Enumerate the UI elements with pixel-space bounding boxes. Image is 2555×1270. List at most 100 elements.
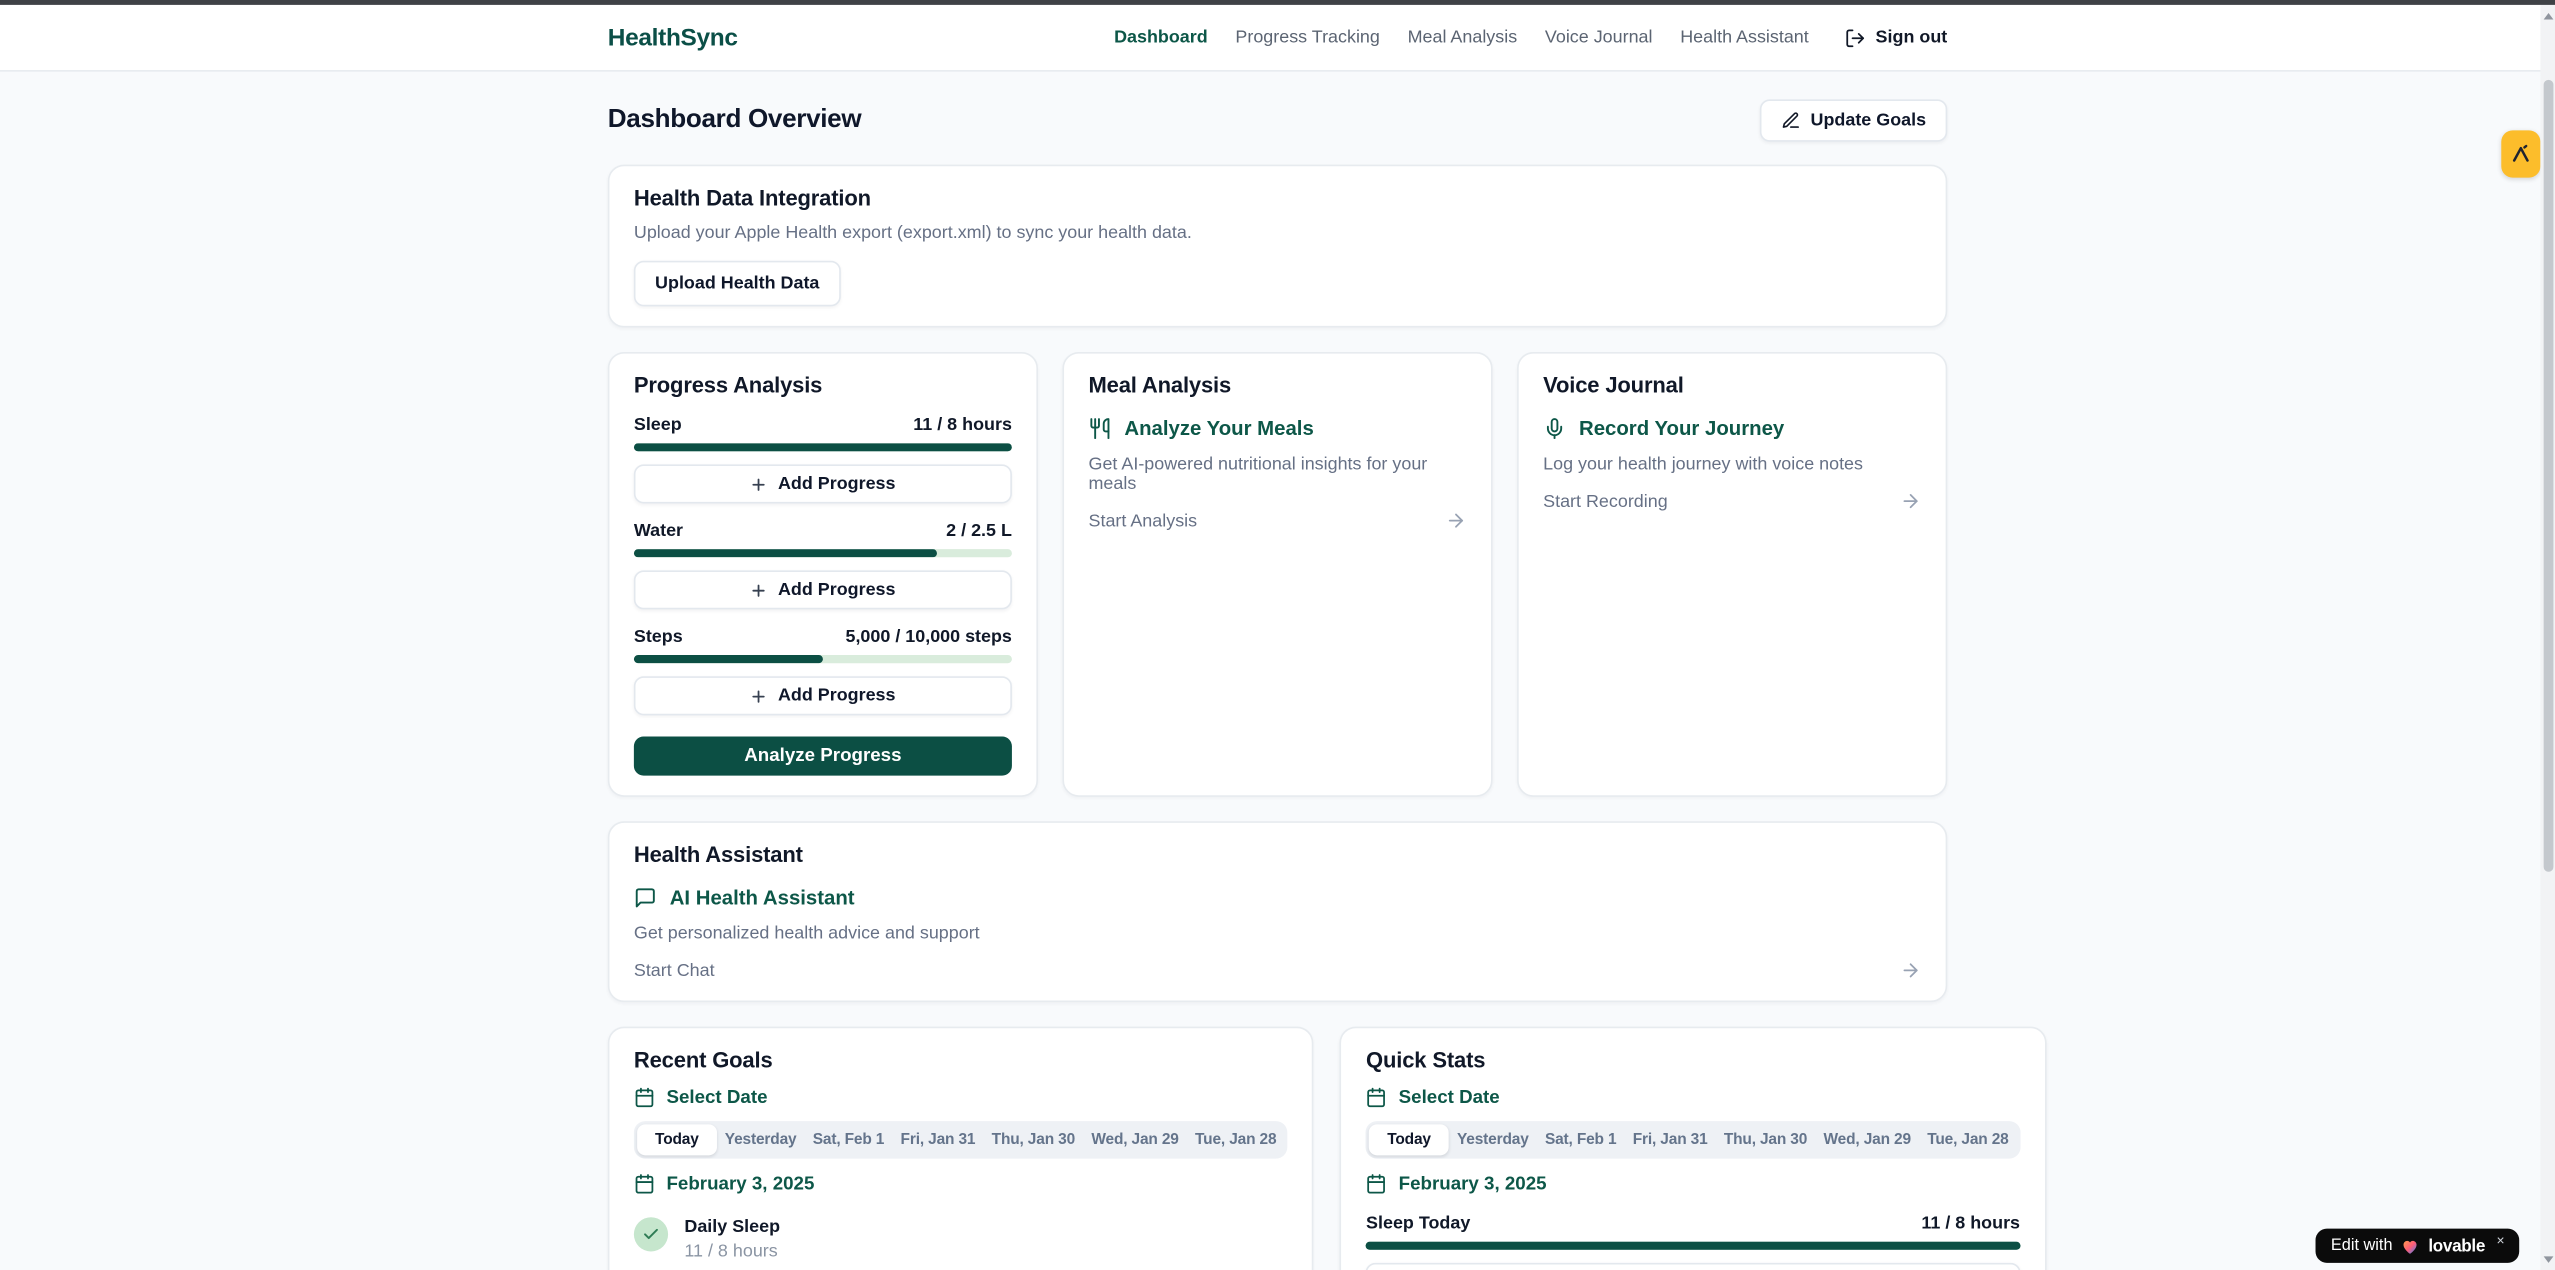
date-tab[interactable]: Thu, Jan 30	[1716, 1124, 1816, 1155]
date-tab[interactable]: Wed, Jan 29	[1083, 1124, 1187, 1155]
date-tab[interactable]: Fri, Jan 31	[1625, 1124, 1716, 1155]
check-icon	[634, 1217, 668, 1251]
feature-description: Get AI-powered nutritional insights for …	[1089, 455, 1467, 494]
goal-label: Daily Sleep	[684, 1217, 780, 1237]
nav-item[interactable]: Voice Journal	[1545, 28, 1653, 48]
pencil-icon	[1781, 111, 1801, 131]
update-goals-button[interactable]: Update Goals	[1760, 99, 1947, 141]
stat-label: Sleep Today	[1366, 1214, 1470, 1234]
analyze-progress-button[interactable]: Analyze Progress	[634, 737, 1012, 776]
date-tab[interactable]: Sat, Feb 1	[805, 1124, 893, 1155]
upload-label: Upload Health Data	[655, 274, 819, 294]
analyze-progress-label: Analyze Progress	[744, 746, 901, 766]
integration-description: Upload your Apple Health export (export.…	[634, 223, 1921, 243]
metric-value: 5,000 / 10,000 steps	[845, 627, 1011, 647]
edit-with-lovable-badge[interactable]: Edit with lovable ×	[2316, 1229, 2519, 1263]
metric-value: 2 / 2.5 L	[946, 521, 1012, 541]
date-tab[interactable]: Today	[637, 1124, 716, 1155]
arrow-right-icon	[1445, 510, 1466, 531]
scroll-down-arrow-icon[interactable]	[2543, 1256, 2553, 1263]
start-analysis-link[interactable]: Start Analysis	[1089, 510, 1467, 531]
date-tabs: Today Yesterday Sat, Feb 1 Fri, Jan 31 T…	[1366, 1121, 2020, 1158]
close-icon[interactable]: ×	[2496, 1231, 2504, 1247]
plus-icon	[750, 687, 768, 705]
scrollbar-thumb[interactable]	[2543, 80, 2553, 872]
stat-value: 11 / 8 hours	[1921, 1214, 2020, 1234]
progress-bar-fill	[634, 443, 1012, 451]
date-tab[interactable]: Thu, Jan 30	[984, 1124, 1084, 1155]
start-chat-link[interactable]: Start Chat	[634, 960, 1921, 981]
metric-label: Water	[634, 521, 683, 541]
card-title: Health Data Integration	[634, 186, 1921, 210]
health-data-integration-card: Health Data Integration Upload your Appl…	[608, 165, 1947, 328]
ai-health-assistant-link[interactable]: AI Health Assistant	[634, 886, 1921, 909]
plus-icon	[750, 581, 768, 599]
date-tab[interactable]: Fri, Jan 31	[892, 1124, 983, 1155]
microphone-icon	[1543, 417, 1566, 440]
record-your-journey-link[interactable]: Record Your Journey	[1543, 417, 1921, 440]
date-tab[interactable]: Today	[1369, 1124, 1448, 1155]
progress-bar-track	[634, 549, 1012, 557]
plus-icon	[750, 475, 768, 493]
vertical-scrollbar[interactable]	[2540, 5, 2555, 1270]
card-title: Progress Analysis	[634, 373, 1012, 397]
heart-icon	[2401, 1236, 2421, 1256]
top-edge-bar	[0, 0, 2555, 5]
site-header: HealthSync Dashboard Progress Tracking M…	[0, 5, 2555, 72]
current-date-button[interactable]: February 3, 2025	[1366, 1173, 2020, 1194]
progress-analysis-card: Progress Analysis Sleep 11 / 8 hours	[608, 352, 1038, 797]
nav-item[interactable]: Progress Tracking	[1235, 28, 1379, 48]
recent-goals-card: Recent Goals Select Date Today Yesterday	[608, 1027, 1314, 1270]
lovable-brand: lovable	[2428, 1236, 2485, 1256]
start-recording-link[interactable]: Start Recording	[1543, 490, 1921, 511]
current-date-label: February 3, 2025	[666, 1174, 814, 1194]
nav-item[interactable]: Meal Analysis	[1408, 28, 1518, 48]
select-date-button[interactable]: Select Date	[1366, 1087, 2020, 1108]
select-date-label: Select Date	[1399, 1088, 1500, 1108]
date-tab[interactable]: Tue, Jan 28	[1187, 1124, 1285, 1155]
feature-description: Get personalized health advice and suppo…	[634, 924, 1921, 944]
metric-row: Steps 5,000 / 10,000 steps Add Progres	[634, 627, 1012, 715]
metric-value: 11 / 8 hours	[913, 416, 1012, 436]
page-title: Dashboard Overview	[608, 106, 862, 135]
analyze-your-meals-link[interactable]: Analyze Your Meals	[1089, 417, 1467, 440]
sign-out-button[interactable]: Sign out	[1845, 27, 1948, 48]
current-date-button[interactable]: February 3, 2025	[634, 1173, 1288, 1194]
add-progress-button[interactable]: Add Progress	[634, 570, 1012, 609]
utensils-icon	[1089, 417, 1112, 440]
scroll-up-arrow-icon[interactable]	[2543, 13, 2553, 20]
arrow-right-icon	[1900, 490, 1921, 511]
goal-item: Daily Sleep 11 / 8 hours	[634, 1217, 1288, 1261]
card-title: Health Assistant	[634, 842, 1921, 866]
date-tab[interactable]: Yesterday	[1449, 1124, 1537, 1155]
arrow-right-icon	[1900, 960, 1921, 981]
progress-bar-track	[634, 443, 1012, 451]
calendar-icon	[1366, 1087, 1387, 1108]
app-logo: HealthSync	[608, 24, 738, 52]
date-tab[interactable]: Sat, Feb 1	[1537, 1124, 1625, 1155]
date-tab[interactable]: Yesterday	[717, 1124, 805, 1155]
calendar-icon	[1366, 1173, 1387, 1194]
card-title: Recent Goals	[634, 1048, 1288, 1072]
progress-bar-fill	[634, 549, 936, 557]
health-assistant-card: Health Assistant AI Health Assistant Get…	[608, 821, 1947, 1002]
calendar-icon	[634, 1173, 655, 1194]
date-tabs: Today Yesterday Sat, Feb 1 Fri, Jan 31 T…	[634, 1121, 1288, 1158]
metric-row: Sleep 11 / 8 hours Add Progress	[634, 416, 1012, 504]
add-progress-button[interactable]: Add Progress	[1366, 1263, 2020, 1270]
date-tab[interactable]: Wed, Jan 29	[1815, 1124, 1919, 1155]
browser-extension-tab[interactable]	[2501, 130, 2540, 177]
select-date-label: Select Date	[666, 1088, 767, 1108]
date-tab[interactable]: Tue, Jan 28	[1919, 1124, 2017, 1155]
metric-label: Steps	[634, 627, 683, 647]
nav-item[interactable]: Health Assistant	[1680, 28, 1809, 48]
update-goals-label: Update Goals	[1811, 111, 1927, 131]
upload-health-data-button[interactable]: Upload Health Data	[634, 261, 841, 307]
select-date-button[interactable]: Select Date	[634, 1087, 1288, 1108]
add-progress-button[interactable]: Add Progress	[634, 464, 1012, 503]
metric-list: Sleep 11 / 8 hours Add Progress	[634, 416, 1012, 716]
add-progress-label: Add Progress	[778, 474, 896, 494]
card-title: Quick Stats	[1366, 1048, 2020, 1072]
add-progress-button[interactable]: Add Progress	[634, 676, 1012, 715]
nav-item[interactable]: Dashboard	[1114, 28, 1208, 48]
